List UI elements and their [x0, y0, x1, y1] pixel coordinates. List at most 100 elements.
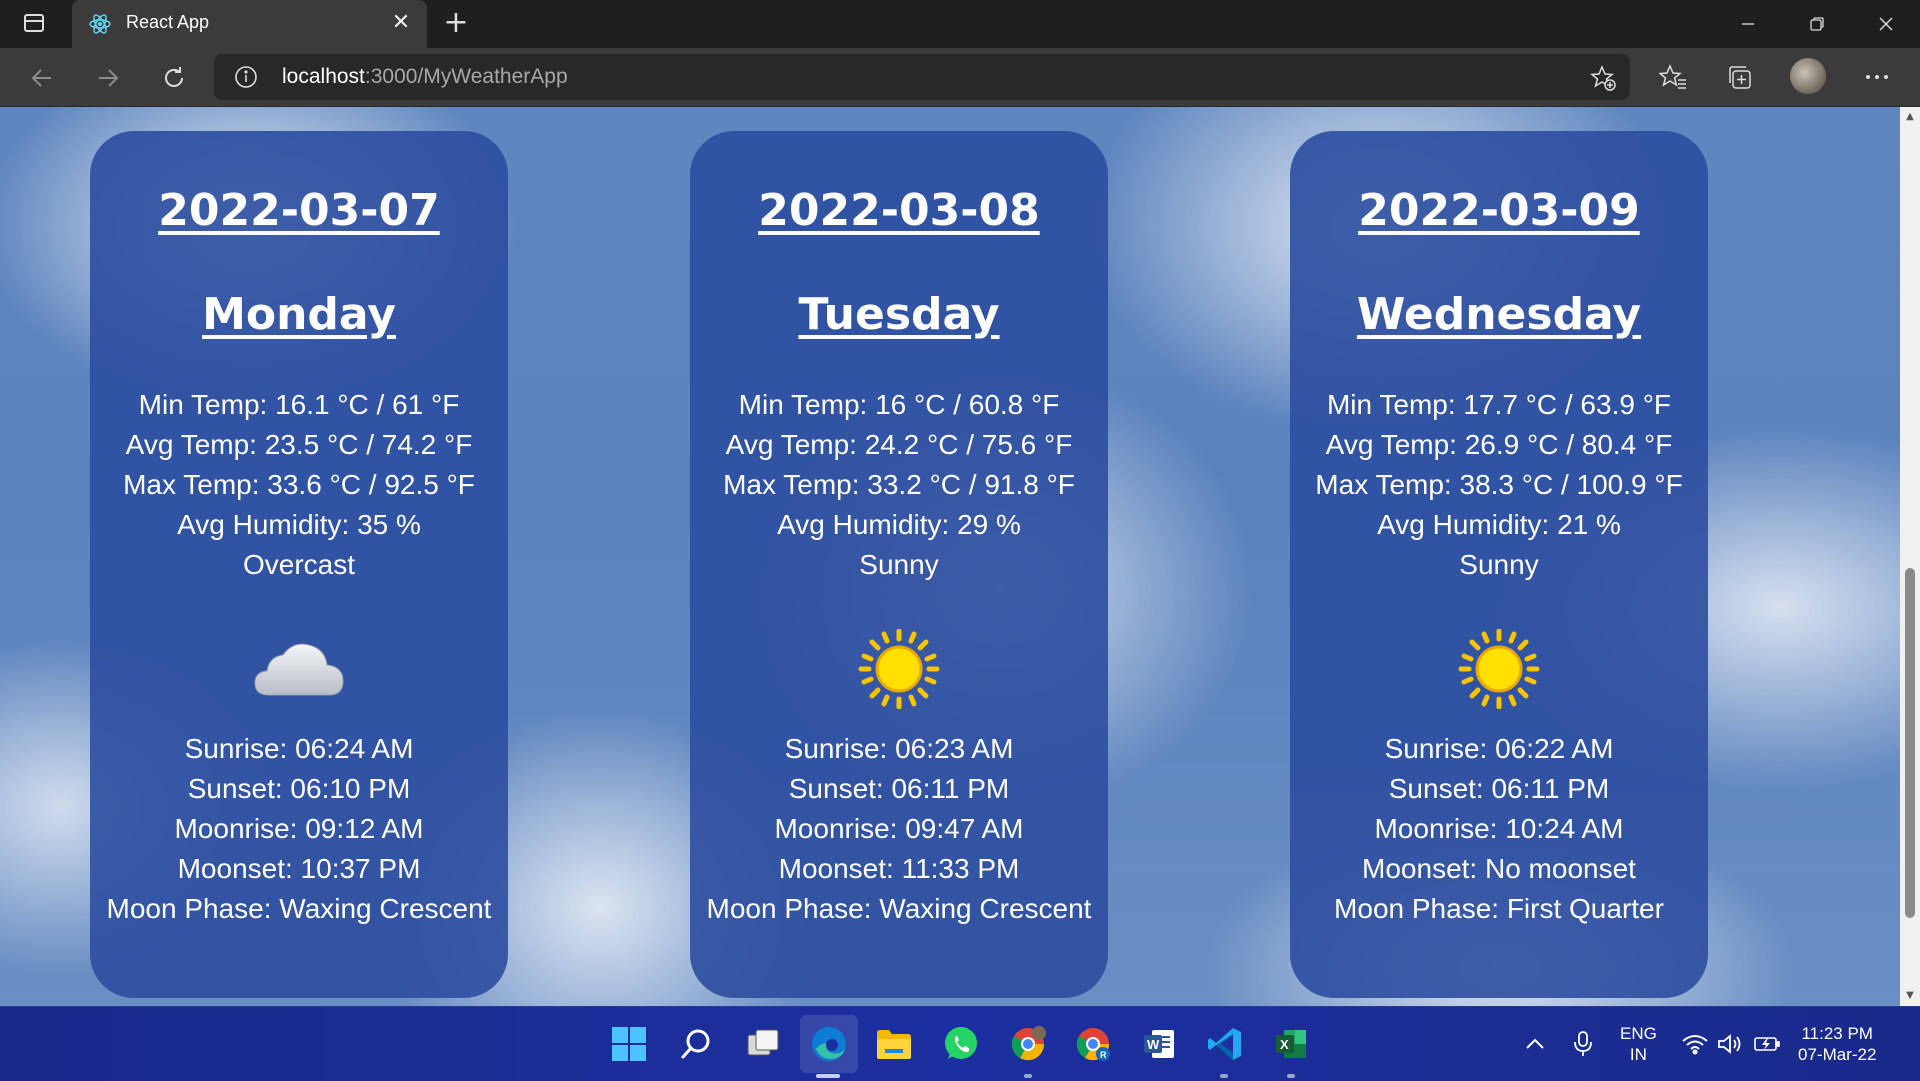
cloud-icon: [254, 643, 344, 696]
svg-text:W: W: [1147, 1037, 1160, 1052]
close-tab-icon[interactable]: ✕: [389, 11, 413, 35]
chrome-icon[interactable]: R: [1072, 1023, 1114, 1065]
sunrise: Sunrise: 06:24 AM: [184, 733, 414, 764]
restore-icon[interactable]: [1782, 0, 1851, 48]
refresh-icon[interactable]: [156, 60, 192, 96]
page-viewport: 2022-03-07 Monday Min Temp: 16.1 °C / 61…: [0, 107, 1900, 1006]
max-temp: Max Temp: 33.6 °C / 92.5 °F: [123, 469, 475, 500]
windows-taskbar: R W X ENG IN 11:23 PM 07-Mar-22: [0, 1006, 1920, 1081]
moonrise: Moonrise: 09:12 AM: [174, 813, 424, 844]
language-indicator[interactable]: ENG IN: [1620, 1023, 1657, 1065]
condition-text: Sunny: [859, 549, 939, 580]
moonrise: Moonrise: 10:24 AM: [1374, 813, 1624, 844]
whatsapp-icon[interactable]: [940, 1023, 982, 1065]
forecast-day: Monday: [202, 289, 396, 340]
forecast-card: 2022-03-07 Monday Min Temp: 16.1 °C / 61…: [90, 131, 508, 998]
running-indicator: [1024, 1074, 1032, 1078]
volume-icon[interactable]: [1714, 1023, 1746, 1065]
address-bar[interactable]: localhost:3000/MyWeatherApp: [214, 54, 1630, 100]
chrome-profile-icon[interactable]: [1007, 1023, 1049, 1065]
moonset: Moonset: 11:33 PM: [778, 853, 1020, 884]
forecast-date: 2022-03-07: [158, 185, 440, 236]
favorites-icon[interactable]: [1658, 62, 1688, 92]
condition-text: Sunny: [1459, 549, 1539, 580]
forecast-date: 2022-03-08: [758, 185, 1040, 236]
site-info-icon[interactable]: [234, 65, 258, 89]
search-icon[interactable]: [675, 1023, 717, 1065]
sunset: Sunset: 06:11 PM: [1388, 773, 1610, 804]
condition-text: Overcast: [242, 549, 356, 580]
collections-icon[interactable]: [1724, 62, 1754, 92]
avg-humidity: Avg Humidity: 21 %: [1377, 509, 1621, 540]
forecast-card: 2022-03-09 Wednesday Min Temp: 17.7 °C /…: [1290, 131, 1708, 998]
moon-phase: Moon Phase: Waxing Crescent: [706, 893, 1092, 924]
astro-info: Sunrise: 06:22 AM Sunset: 06:11 PM Moonr…: [1290, 729, 1708, 929]
astro-info: Sunrise: 06:24 AM Sunset: 06:10 PM Moonr…: [90, 729, 508, 929]
scroll-down-icon[interactable]: ▼: [1900, 986, 1920, 1006]
excel-icon[interactable]: X: [1270, 1023, 1312, 1065]
astro-info: Sunrise: 06:23 AM Sunset: 06:11 PM Moonr…: [690, 729, 1108, 929]
more-options-icon[interactable]: [1862, 62, 1892, 92]
browser-tab[interactable]: React App ✕: [72, 0, 427, 48]
sunrise: Sunrise: 06:22 AM: [1384, 733, 1614, 764]
temperature-stats: Min Temp: 16 °C / 60.8 °F Avg Temp: 24.2…: [690, 385, 1108, 585]
system-clock[interactable]: 11:23 PM 07-Mar-22: [1798, 1023, 1876, 1065]
task-view-icon[interactable]: [742, 1023, 784, 1065]
browser-toolbar: localhost:3000/MyWeatherApp: [0, 48, 1920, 107]
sunset: Sunset: 06:11 PM: [788, 773, 1010, 804]
chevron-up-icon[interactable]: [1520, 1023, 1550, 1065]
edge-icon[interactable]: [808, 1023, 850, 1065]
moonset: Moonset: 10:37 PM: [177, 853, 421, 884]
running-indicator: [1287, 1074, 1295, 1078]
vscode-icon[interactable]: [1204, 1023, 1246, 1065]
temperature-stats: Min Temp: 17.7 °C / 63.9 °F Avg Temp: 26…: [1290, 385, 1708, 585]
moon-phase: Moon Phase: Waxing Crescent: [106, 893, 492, 924]
windows-start-icon[interactable]: [608, 1023, 650, 1065]
running-indicator: [816, 1074, 840, 1078]
min-temp: Min Temp: 16.1 °C / 61 °F: [138, 389, 460, 420]
react-icon: [89, 14, 111, 34]
temperature-stats: Min Temp: 16.1 °C / 61 °F Avg Temp: 23.5…: [90, 385, 508, 585]
back-icon[interactable]: [24, 60, 60, 96]
word-icon[interactable]: W: [1138, 1023, 1180, 1065]
new-tab-icon[interactable]: +: [440, 8, 472, 40]
scrollbar-thumb[interactable]: [1905, 568, 1915, 918]
forecast-card: 2022-03-08 Tuesday Min Temp: 16 °C / 60.…: [690, 131, 1108, 998]
min-temp: Min Temp: 16 °C / 60.8 °F: [738, 389, 1060, 420]
microphone-icon[interactable]: [1568, 1023, 1598, 1065]
moonrise: Moonrise: 09:47 AM: [774, 813, 1024, 844]
sun-icon: [1458, 629, 1540, 709]
svg-text:R: R: [1100, 1050, 1107, 1060]
avg-humidity: Avg Humidity: 29 %: [777, 509, 1021, 540]
forecast-date: 2022-03-09: [1358, 185, 1640, 236]
forecast-day: Tuesday: [798, 289, 1000, 340]
file-explorer-icon[interactable]: [873, 1023, 915, 1065]
forward-icon[interactable]: [90, 60, 126, 96]
profile-avatar[interactable]: [1790, 58, 1826, 94]
forecast-day: Wednesday: [1356, 289, 1642, 340]
wifi-icon[interactable]: [1678, 1023, 1712, 1065]
min-temp: Min Temp: 17.7 °C / 63.9 °F: [1326, 389, 1672, 420]
add-favorite-icon[interactable]: [1590, 65, 1616, 91]
battery-charging-icon[interactable]: [1750, 1023, 1784, 1065]
moonset: Moonset: No moonset: [1362, 853, 1636, 884]
scroll-up-icon[interactable]: ▲: [1900, 107, 1920, 127]
max-temp: Max Temp: 38.3 °C / 100.9 °F: [1315, 469, 1683, 500]
avg-temp: Avg Temp: 26.9 °C / 80.4 °F: [1325, 429, 1673, 460]
avg-humidity: Avg Humidity: 35 %: [177, 509, 421, 540]
svg-text:X: X: [1280, 1037, 1289, 1052]
page-scrollbar[interactable]: ▲ ▼: [1900, 107, 1920, 1006]
sunrise: Sunrise: 06:23 AM: [784, 733, 1014, 764]
moon-phase: Moon Phase: First Quarter: [1334, 893, 1664, 924]
browser-titlebar: React App ✕ +: [0, 0, 1920, 48]
avg-temp: Avg Temp: 24.2 °C / 75.6 °F: [725, 429, 1073, 460]
avg-temp: Avg Temp: 23.5 °C / 74.2 °F: [125, 429, 473, 460]
minimize-icon[interactable]: [1713, 0, 1782, 48]
tab-title: React App: [126, 12, 210, 32]
url-text[interactable]: localhost:3000/MyWeatherApp: [282, 65, 568, 89]
max-temp: Max Temp: 33.2 °C / 91.8 °F: [723, 469, 1075, 500]
running-indicator: [1220, 1074, 1228, 1078]
sunset: Sunset: 06:10 PM: [187, 773, 411, 804]
close-window-icon[interactable]: [1851, 0, 1920, 48]
tab-actions-icon[interactable]: [20, 12, 48, 38]
